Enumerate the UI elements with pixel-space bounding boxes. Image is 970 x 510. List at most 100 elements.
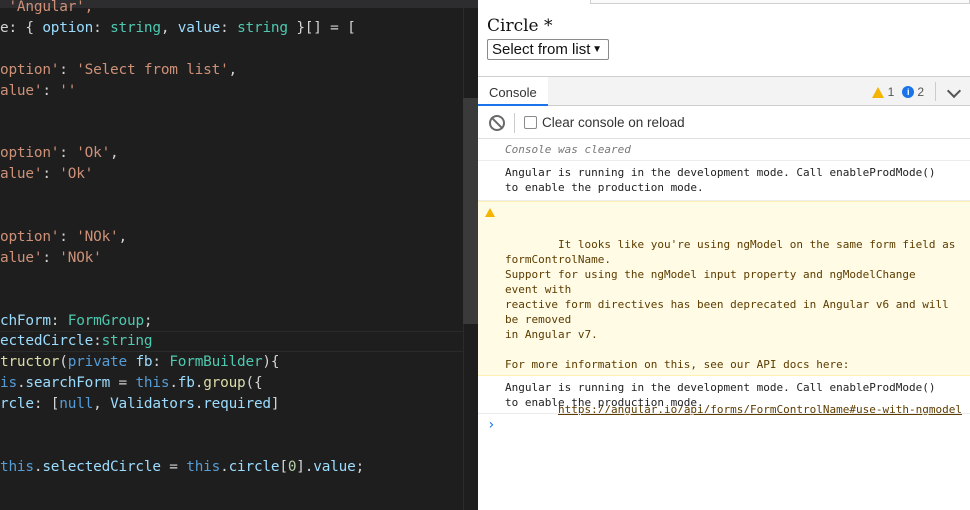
code-token: ( (59, 354, 68, 371)
code-token: alue' (0, 82, 43, 99)
clear-on-reload-checkbox[interactable] (524, 116, 537, 129)
code-line: chForm: FormGroup; (0, 311, 153, 332)
code-token: ] (270, 396, 280, 413)
code-token: tructor (0, 354, 60, 371)
warning-icon (485, 208, 495, 217)
code-token: , (228, 61, 238, 78)
code-token: , (110, 145, 119, 162)
code-token: 'NOk' (59, 249, 102, 266)
code-token: string (101, 333, 153, 350)
code-token: : [ (33, 396, 60, 413)
code-token: : (59, 61, 77, 78)
dropdown-arrow-icon: ▼ (592, 44, 602, 55)
code-token: ){ (262, 354, 280, 371)
page-top-strip (590, 0, 970, 4)
console-prompt-icon[interactable]: › (487, 417, 495, 433)
code-token: : (42, 82, 60, 99)
code-token: . (220, 458, 229, 475)
code-line: is.searchForm = this.fb.group({ (0, 373, 263, 394)
code-token: 'Ok' (59, 166, 94, 183)
code-token: : (59, 228, 77, 245)
warning-count: 1 (887, 85, 895, 99)
code-token: Validators (110, 396, 195, 413)
code-token: }[] = [ (287, 19, 356, 36)
code-editor[interactable]: 'Angular', e: { option: string, value: st… (0, 0, 478, 510)
warning-icon (871, 86, 884, 98)
code-token: ; (355, 458, 365, 475)
code-line: e: { option: string, value: string }[] =… (0, 18, 356, 39)
code-line: rcle: [null, Validators.required] (0, 394, 280, 415)
code-token: fb (135, 354, 153, 371)
code-token: option (42, 19, 94, 36)
code-token: ; (143, 312, 153, 329)
code-token: : (42, 249, 60, 266)
code-token: , (160, 19, 178, 36)
code-token: this (186, 458, 221, 475)
code-token: : (50, 312, 68, 329)
code-token: private (67, 354, 127, 371)
code-line: alue': '' (0, 81, 76, 102)
code-token: circle (228, 458, 280, 475)
clear-on-reload-label: Clear console on reload (542, 115, 685, 130)
code-token: : (42, 166, 60, 183)
code-line: ectedCircle:string (0, 331, 153, 352)
browser-pane: Circle * Select from list ▼ Console 1 i … (478, 0, 970, 510)
code-token: value (177, 19, 221, 36)
code-token: , (118, 228, 128, 245)
console-warning-message: It looks like you're using ngModel on th… (478, 201, 970, 416)
code-line: tructor(private fb: FormBuilder){ (0, 352, 280, 373)
code-token: = (160, 458, 187, 475)
tab-console[interactable]: Console (478, 77, 548, 106)
code-token: 'Select from list' (76, 61, 229, 78)
code-token: fb (177, 375, 195, 392)
warning-body-text: It looks like you're using ngModel on th… (505, 238, 956, 371)
code-token: [ (279, 458, 288, 475)
circle-field-label: Circle * (487, 16, 553, 36)
clear-console-icon[interactable] (489, 115, 505, 131)
code-token: FormBuilder (169, 354, 263, 371)
code-token: . (194, 375, 204, 392)
code-token: value (313, 458, 356, 475)
console-cleared-text: Console was cleared (505, 143, 631, 156)
code-token: 'Angular', (0, 0, 94, 15)
console-message: Angular is running in the development mo… (478, 161, 970, 201)
message-counts[interactable]: 1 i 2 (871, 85, 924, 99)
code-token: . (169, 375, 178, 392)
code-token: ]. (296, 458, 314, 475)
code-token: option' (0, 61, 60, 78)
code-token: e: { (0, 19, 43, 36)
code-token: selectedCircle (42, 458, 161, 475)
tab-bar-separator (935, 82, 936, 101)
code-token: : (93, 19, 111, 36)
devtools-drawer: Console 1 i 2 Clear console on reload Co… (478, 76, 970, 510)
code-token: alue' (0, 249, 43, 266)
code-token: null (59, 396, 94, 413)
code-token: string (110, 19, 161, 36)
console-message: Console was cleared (478, 139, 970, 161)
code-token: : (152, 354, 170, 371)
code-token: : (220, 19, 238, 36)
code-token: rcle (0, 396, 34, 413)
code-token: this (0, 458, 34, 475)
code-line: alue': 'Ok' (0, 164, 93, 185)
code-token: option' (0, 145, 60, 162)
code-token: string (237, 19, 288, 36)
code-line: option': 'Ok', (0, 143, 119, 164)
toolbar-separator (514, 113, 515, 133)
code-token: option' (0, 228, 60, 245)
circle-select[interactable]: Select from list ▼ (487, 39, 609, 60)
code-token: '' (59, 82, 77, 99)
circle-select-value: Select from list (492, 41, 591, 58)
code-token: : (93, 333, 102, 350)
code-line: option': 'NOk', (0, 227, 127, 248)
code-token: group (203, 375, 246, 392)
code-token: searchForm (25, 375, 111, 392)
info-icon: i (902, 86, 915, 98)
chevron-down-icon[interactable] (946, 83, 962, 99)
code-line: this.selectedCircle = this.circle[0].val… (0, 457, 364, 478)
editor-scrollbar-thumb[interactable] (463, 98, 478, 324)
console-message: Angular is running in the development mo… (478, 376, 970, 414)
code-token: 'Ok' (76, 145, 111, 162)
console-message-text: Angular is running in the development mo… (505, 381, 936, 409)
code-token: , (93, 396, 111, 413)
